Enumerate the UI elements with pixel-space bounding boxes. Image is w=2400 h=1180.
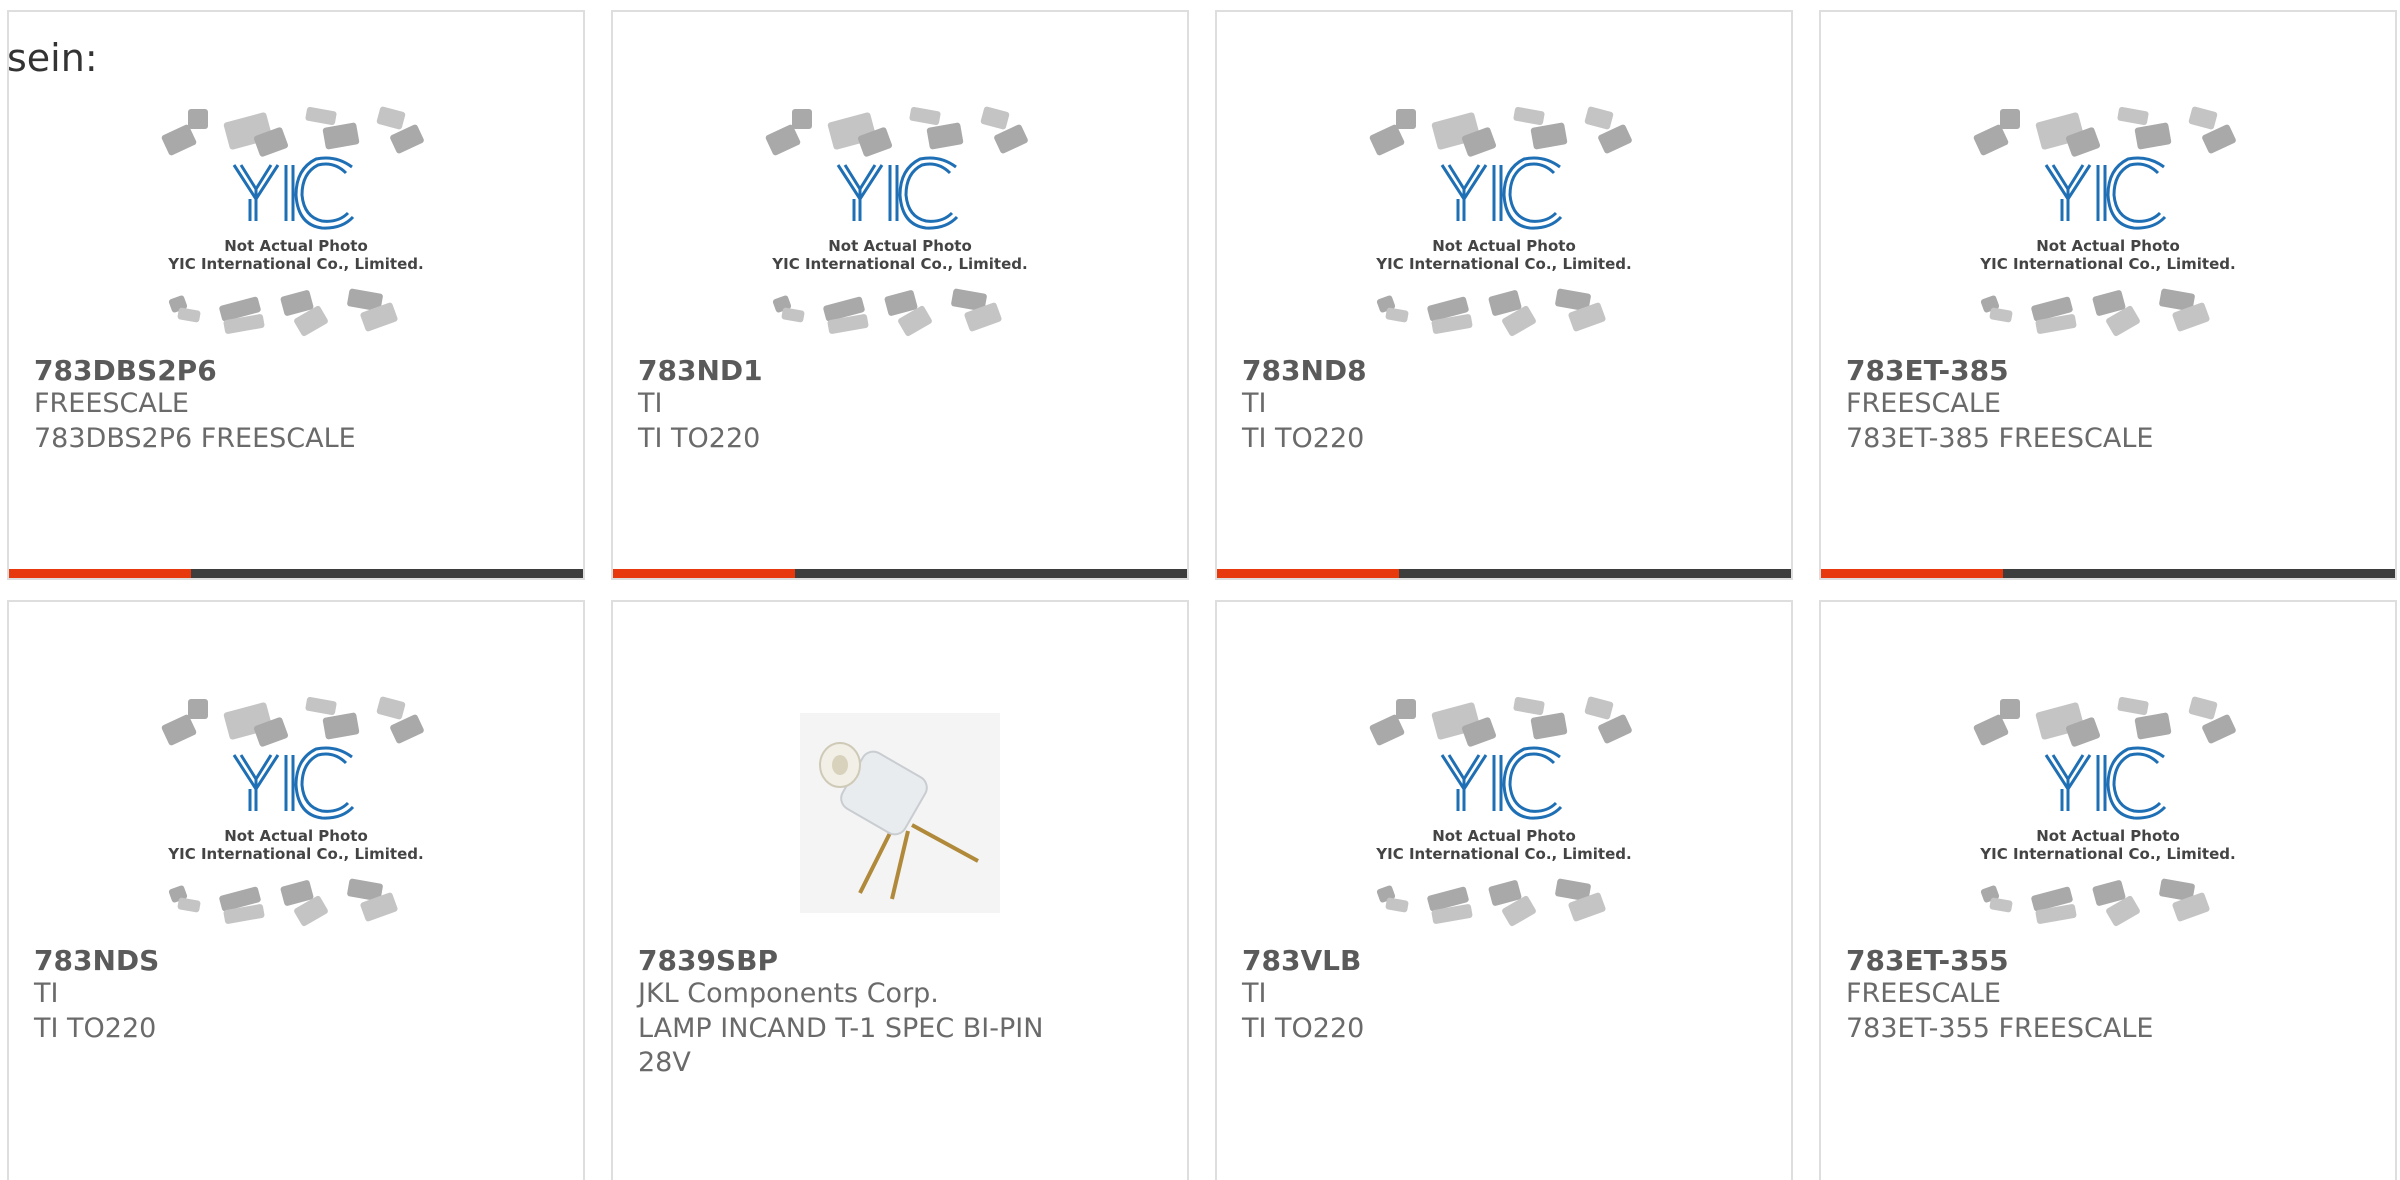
card-accent (1217, 569, 1399, 578)
description: TI TO220 (1242, 1013, 1365, 1044)
yic-logo (836, 156, 959, 230)
part-number[interactable]: 7839SBP (638, 944, 778, 977)
description: 783ET-385 FREESCALE (1846, 423, 2154, 454)
product-image[interactable]: Not Actual Photo YIC International Co., … (9, 682, 583, 944)
product-card[interactable]: Not Actual Photo YIC International Co., … (1819, 10, 2397, 580)
card-bottom-bar (1821, 569, 2395, 578)
manufacturer: TI (1242, 388, 1267, 419)
product-card[interactable]: Not Actual Photo YIC International Co., … (7, 600, 585, 1180)
chip-icons-top (1973, 106, 2236, 157)
chip-icons-bottom (1980, 288, 2210, 337)
chip-icons-bottom (168, 288, 398, 337)
product-image[interactable]: Not Actual Photo YIC International Co., … (1821, 92, 2395, 354)
logo-line2: YIC International Co., Limited. (1375, 255, 1631, 273)
description: 783DBS2P6 FREESCALE (34, 423, 356, 454)
logo-line2: YIC International Co., Limited. (1979, 845, 2235, 863)
logo-line2: YIC International Co., Limited. (1979, 255, 2235, 273)
card-accent (9, 569, 191, 578)
logo-line2: YIC International Co., Limited. (167, 845, 423, 863)
product-card[interactable]: Not Actual Photo YIC International Co., … (7, 10, 585, 580)
logo-line1: Not Actual Photo (2036, 827, 2180, 845)
part-number[interactable]: 783VLB (1242, 944, 1361, 977)
card-accent (1821, 569, 2003, 578)
logo-line1: Not Actual Photo (828, 237, 972, 255)
card-bottom-bar (1217, 569, 1791, 578)
chip-icons-top (765, 106, 1028, 157)
chip-icons-bottom (1980, 878, 2210, 927)
intro-text: sein: (7, 36, 98, 80)
product-grid: Not Actual Photo YIC International Co., … (0, 0, 2400, 1180)
description: TI TO220 (638, 423, 761, 454)
yic-logo (1440, 156, 1563, 230)
logo-line2: YIC International Co., Limited. (167, 255, 423, 273)
card-bottom-bar (9, 569, 583, 578)
product-card[interactable]: Not Actual Photo YIC International Co., … (611, 10, 1189, 580)
chip-icons-top (161, 696, 424, 747)
logo-line1: Not Actual Photo (2036, 237, 2180, 255)
product-card[interactable]: Not Actual Photo YIC International Co., … (1215, 10, 1793, 580)
description: 783ET-355 FREESCALE (1846, 1013, 2154, 1044)
logo-line2: YIC International Co., Limited. (1375, 845, 1631, 863)
yic-logo (2044, 746, 2167, 820)
card-bottom-bar (613, 569, 1187, 578)
product-image[interactable]: Not Actual Photo YIC International Co., … (613, 92, 1187, 354)
part-number[interactable]: 783DBS2P6 (34, 354, 217, 387)
logo-line2: YIC International Co., Limited. (771, 255, 1027, 273)
logo-line1: Not Actual Photo (1432, 827, 1576, 845)
chip-icons-top (161, 106, 424, 157)
product-image[interactable]: Not Actual Photo YIC International Co., … (1217, 92, 1791, 354)
part-number[interactable]: 783ND8 (1242, 354, 1367, 387)
chip-icons-bottom (1376, 878, 1606, 927)
description: LAMP INCAND T-1 SPEC BI-PIN 28V (638, 1013, 1044, 1078)
yic-logo (2044, 156, 2167, 230)
logo-line1: Not Actual Photo (1432, 237, 1576, 255)
product-card[interactable]: Not Actual Photo YIC International Co., … (1215, 600, 1793, 1180)
manufacturer: FREESCALE (34, 388, 189, 419)
product-image[interactable]: Not Actual Photo YIC International Co., … (1217, 682, 1791, 944)
yic-logo (232, 156, 355, 230)
description: TI TO220 (34, 1013, 157, 1044)
yic-logo (232, 746, 355, 820)
card-accent (613, 569, 795, 578)
product-card[interactable]: 7839SBP JKL Components Corp. LAMP INCAND… (611, 600, 1189, 1180)
logo-line1: Not Actual Photo (224, 827, 368, 845)
description: TI TO220 (1242, 423, 1365, 454)
part-number[interactable]: 783NDS (34, 944, 159, 977)
manufacturer: FREESCALE (1846, 388, 2001, 419)
chip-icons-top (1369, 106, 1632, 157)
yic-logo (1440, 746, 1563, 820)
part-number[interactable]: 783ND1 (638, 354, 763, 387)
chip-icons-bottom (1376, 288, 1606, 337)
manufacturer: TI (34, 978, 59, 1009)
manufacturer: TI (638, 388, 663, 419)
chip-icons-top (1973, 696, 2236, 747)
logo-line1: Not Actual Photo (224, 237, 368, 255)
manufacturer: JKL Components Corp. (638, 978, 939, 1009)
part-number[interactable]: 783ET-385 (1846, 354, 2009, 387)
manufacturer: FREESCALE (1846, 978, 2001, 1009)
part-number[interactable]: 783ET-355 (1846, 944, 2009, 977)
chip-icons-bottom (772, 288, 1002, 337)
chip-icons-top (1369, 696, 1632, 747)
product-image[interactable]: Not Actual Photo YIC International Co., … (1821, 682, 2395, 944)
chip-icons-bottom (168, 878, 398, 927)
manufacturer: TI (1242, 978, 1267, 1009)
product-image[interactable]: Not Actual Photo YIC International Co., … (9, 92, 583, 354)
product-image[interactable] (613, 682, 1187, 944)
product-card[interactable]: Not Actual Photo YIC International Co., … (1819, 600, 2397, 1180)
